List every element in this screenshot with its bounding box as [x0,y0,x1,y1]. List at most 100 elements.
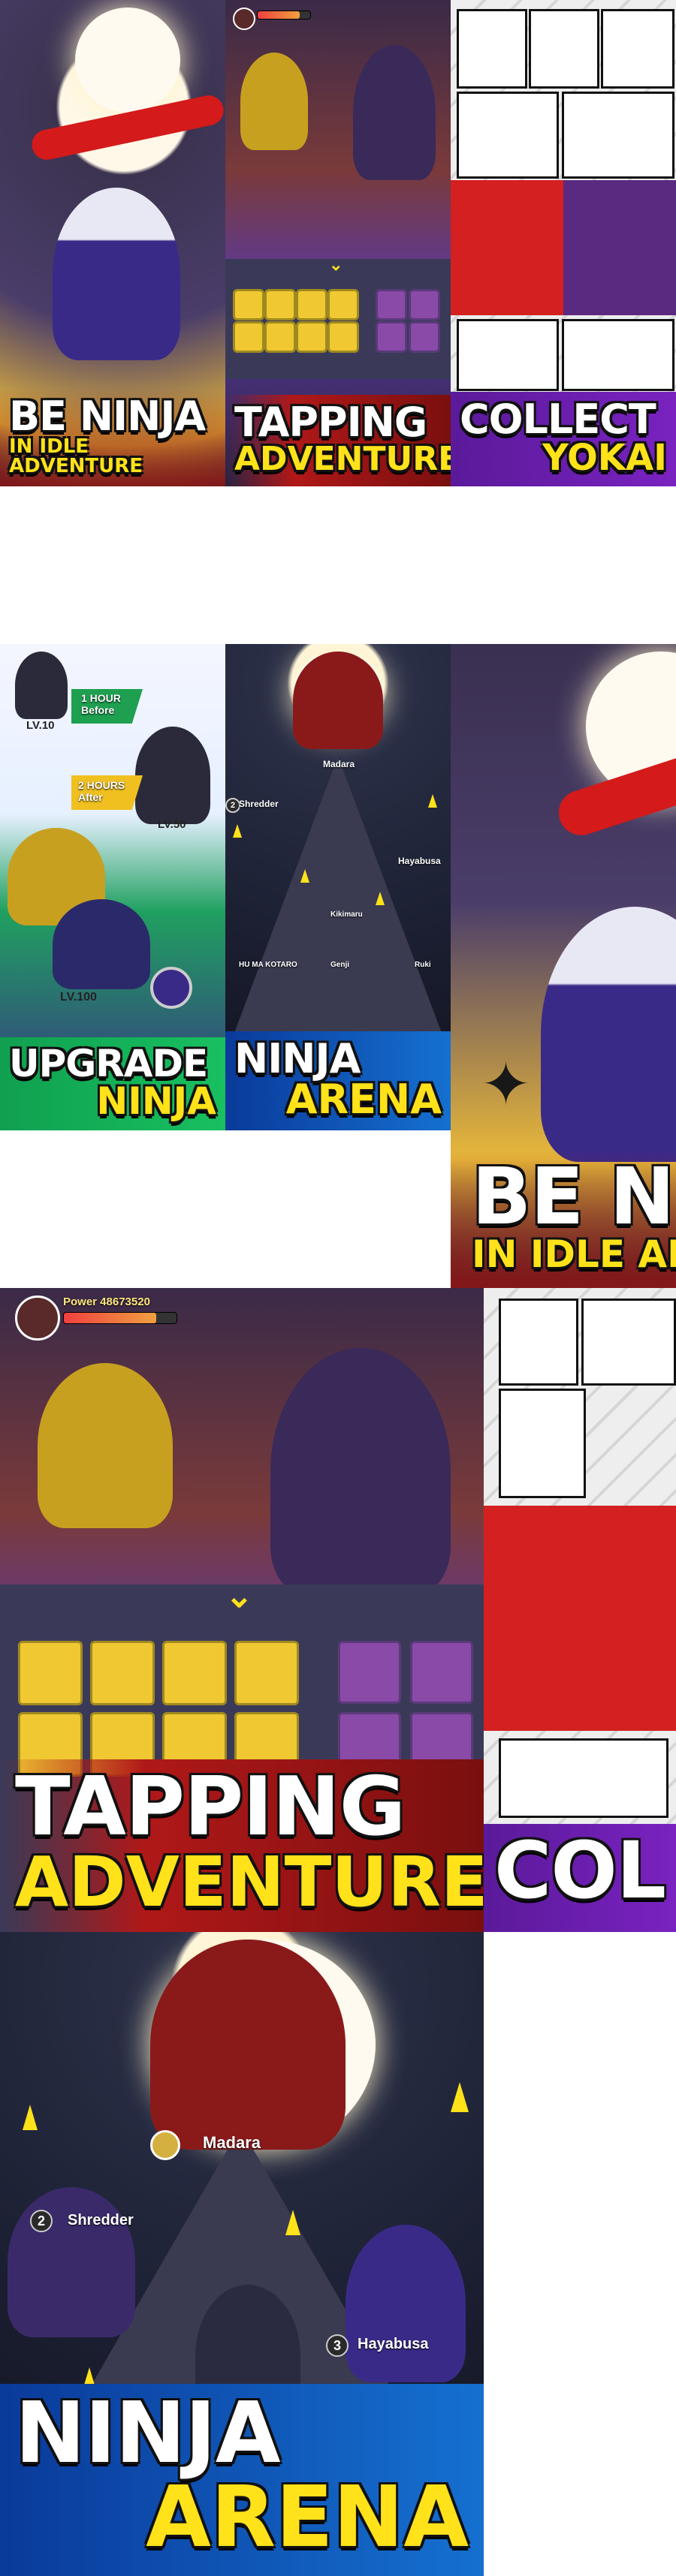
caption-tapping-large: TAPPING ADVENTURE [0,1759,484,1932]
item-slot[interactable] [409,321,440,353]
caption-title: BE NINJA [9,393,206,440]
caption-subtitle: NINJA [96,1079,216,1123]
rank-up-arrow [428,794,437,808]
rank-number: 3 [326,2334,349,2357]
comic-cell [562,319,674,391]
caption-title: TAPPING [234,399,427,446]
before-label: 1 HOUR Before [81,692,121,716]
item-slot[interactable] [234,1641,299,1705]
rank-up-arrow [451,2082,469,2112]
panel-upgrade-ninja: 1 HOUR Before LV.10 2 HOURS After LV.50 … [0,644,225,1130]
purple-ninja [353,45,436,180]
caption-upgrade: UPGRADE NINJA [0,1037,225,1130]
item-slot[interactable] [338,1641,401,1704]
comic-cell [581,1299,676,1386]
ninja-character [541,907,676,1162]
power-bar [63,1312,177,1324]
item-slot[interactable] [409,289,440,320]
stopwatch-icon [150,967,192,1009]
comic-cell [499,1389,586,1498]
item-slot[interactable] [376,321,407,353]
panel-arena-small: Madara 2 Shredder Hayabusa Kikimaru HU M… [225,644,451,1130]
item-slot[interactable] [264,321,296,353]
caption-arena-small: NINJA ARENA [225,1031,451,1130]
caption-subtitle: IN IDLE AD [472,1232,676,1276]
shuriken-icon: ✦ [481,1051,532,1118]
caption-subtitle: ARENA [285,1076,442,1123]
item-slot[interactable] [296,321,327,353]
comic-cell [499,1299,578,1386]
chevron-down-icon[interactable]: ⌄ [225,1577,253,1615]
avatar [233,8,255,30]
moon [75,8,180,113]
item-slot[interactable] [90,1641,155,1705]
item-slot[interactable] [18,1641,83,1705]
power-value: Power 48673520 [63,1296,150,1308]
rank-up-arrow [376,892,385,905]
item-slot[interactable] [410,1641,473,1704]
caption-title: COL [494,1825,666,1916]
caption-subtitle: ARENA [146,2469,469,2566]
ninja-lv10 [15,652,68,719]
rank-up-arrow [285,2210,300,2235]
item-slot[interactable] [327,289,359,320]
rank-number: 2 [225,798,240,813]
yellow-ninja [240,53,308,150]
comic-cell [499,1738,668,1818]
level-badge: LV.10 [26,719,55,732]
item-slot[interactable] [327,321,359,353]
caption-arena-large: NINJA ARENA [0,2384,484,2576]
ninja-character [53,188,180,360]
item-slot[interactable] [233,321,264,353]
level-badge: LV.100 [60,991,97,1004]
caption-title: BE N [472,1151,675,1242]
level-badge: LV.50 [158,818,186,831]
arena-name: Ruki [415,961,431,969]
comic-cell [457,92,559,179]
caption-be-ninja-large: BE N IN IDLE AD [451,1150,676,1288]
arena-champion [150,1940,346,2150]
rank-number: 2 [30,2210,53,2232]
panel-arena-large: Madara 2 Shredder 3 Hayabusa NINJA ARENA [0,1932,484,2576]
caption-title: UPGRADE [9,1042,208,1085]
panel-tapping-small: ⌄ TAPPING ADVENTURE [225,0,451,486]
chevron-down-icon[interactable]: ⌄ [329,255,343,275]
ninja-lv50 [135,727,210,824]
arena-name: Kikimaru [330,910,363,919]
arena-name: Genji [330,961,350,969]
caption-subtitle: ADVENTURE [15,1842,484,1922]
arena-ninja-3 [346,2225,466,2382]
item-slot[interactable] [233,289,264,320]
caption-collect-large: COL [484,1824,676,1932]
arena-name: Hayabusa [398,856,441,866]
caption-subtitle: IN IDLE ADVENTURE [9,435,143,477]
arena-name: Madara [203,2133,261,2152]
item-slot[interactable] [162,1641,227,1705]
panel-collect-large: COL [484,1288,676,1932]
avatar [15,1296,60,1341]
arena-name: Shredder [68,2212,134,2228]
yellow-ninja [38,1363,173,1528]
after-label: 2 HOURS After [78,779,125,803]
yokai-red [484,1506,676,1731]
arena-ninja-2 [8,2187,135,2337]
item-slot[interactable] [296,289,327,320]
rank-up-arrow [23,2105,38,2130]
caption-title: TAPPING [15,1760,406,1854]
ninja-lv100 [53,899,150,989]
comic-cell [601,9,674,89]
caption-collect-small: COLLECT YOKAI [451,392,676,486]
item-slot[interactable] [264,289,296,320]
yokai-purple [563,180,676,315]
panel-be-ninja-small: BE NINJA IN IDLE ADVENTURE [0,0,225,486]
yokai-red [451,180,563,315]
item-slot[interactable] [376,289,407,320]
caption-be-ninja-small: BE NINJA IN IDLE ADVENTURE [0,389,225,486]
panel-be-ninja-large: ✦ BE N IN IDLE AD [451,644,676,1288]
comic-cell [562,92,674,179]
caption-title: NINJA [15,2385,281,2482]
arena-name: Shredder [239,799,279,809]
arena-name: Madara [323,759,355,769]
arena-champion [293,652,383,749]
arena-name: HU MA KOTARO [239,961,297,969]
